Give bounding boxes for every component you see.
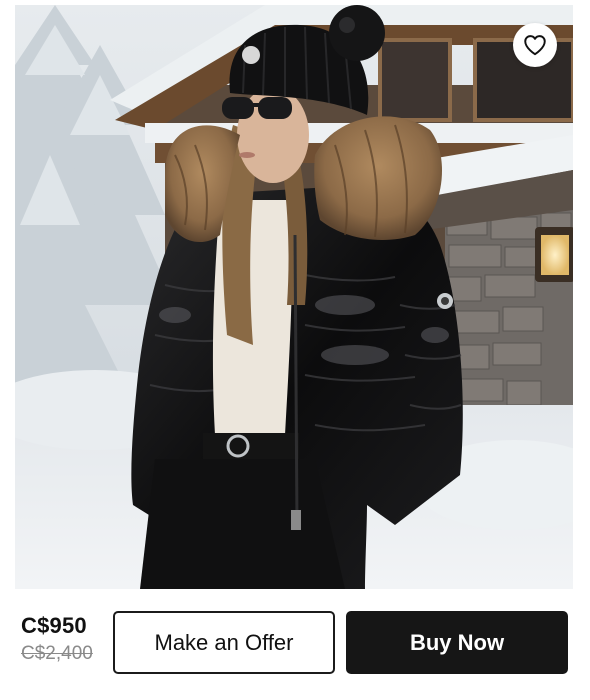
product-screen: C$950 C$2,400 Make an Offer Buy Now <box>0 0 590 700</box>
buy-now-button[interactable]: Buy Now <box>346 611 568 674</box>
original-price: C$2,400 <box>21 643 93 664</box>
favorite-button[interactable] <box>513 23 557 67</box>
heart-outline-icon <box>524 35 546 56</box>
purchase-bar: C$950 C$2,400 Make an Offer Buy Now <box>0 589 590 700</box>
product-photo[interactable] <box>15 5 573 589</box>
product-photo-illustration <box>15 5 573 589</box>
price-block: C$950 C$2,400 <box>21 613 93 665</box>
current-price: C$950 <box>21 613 87 638</box>
make-offer-button[interactable]: Make an Offer <box>113 611 335 674</box>
